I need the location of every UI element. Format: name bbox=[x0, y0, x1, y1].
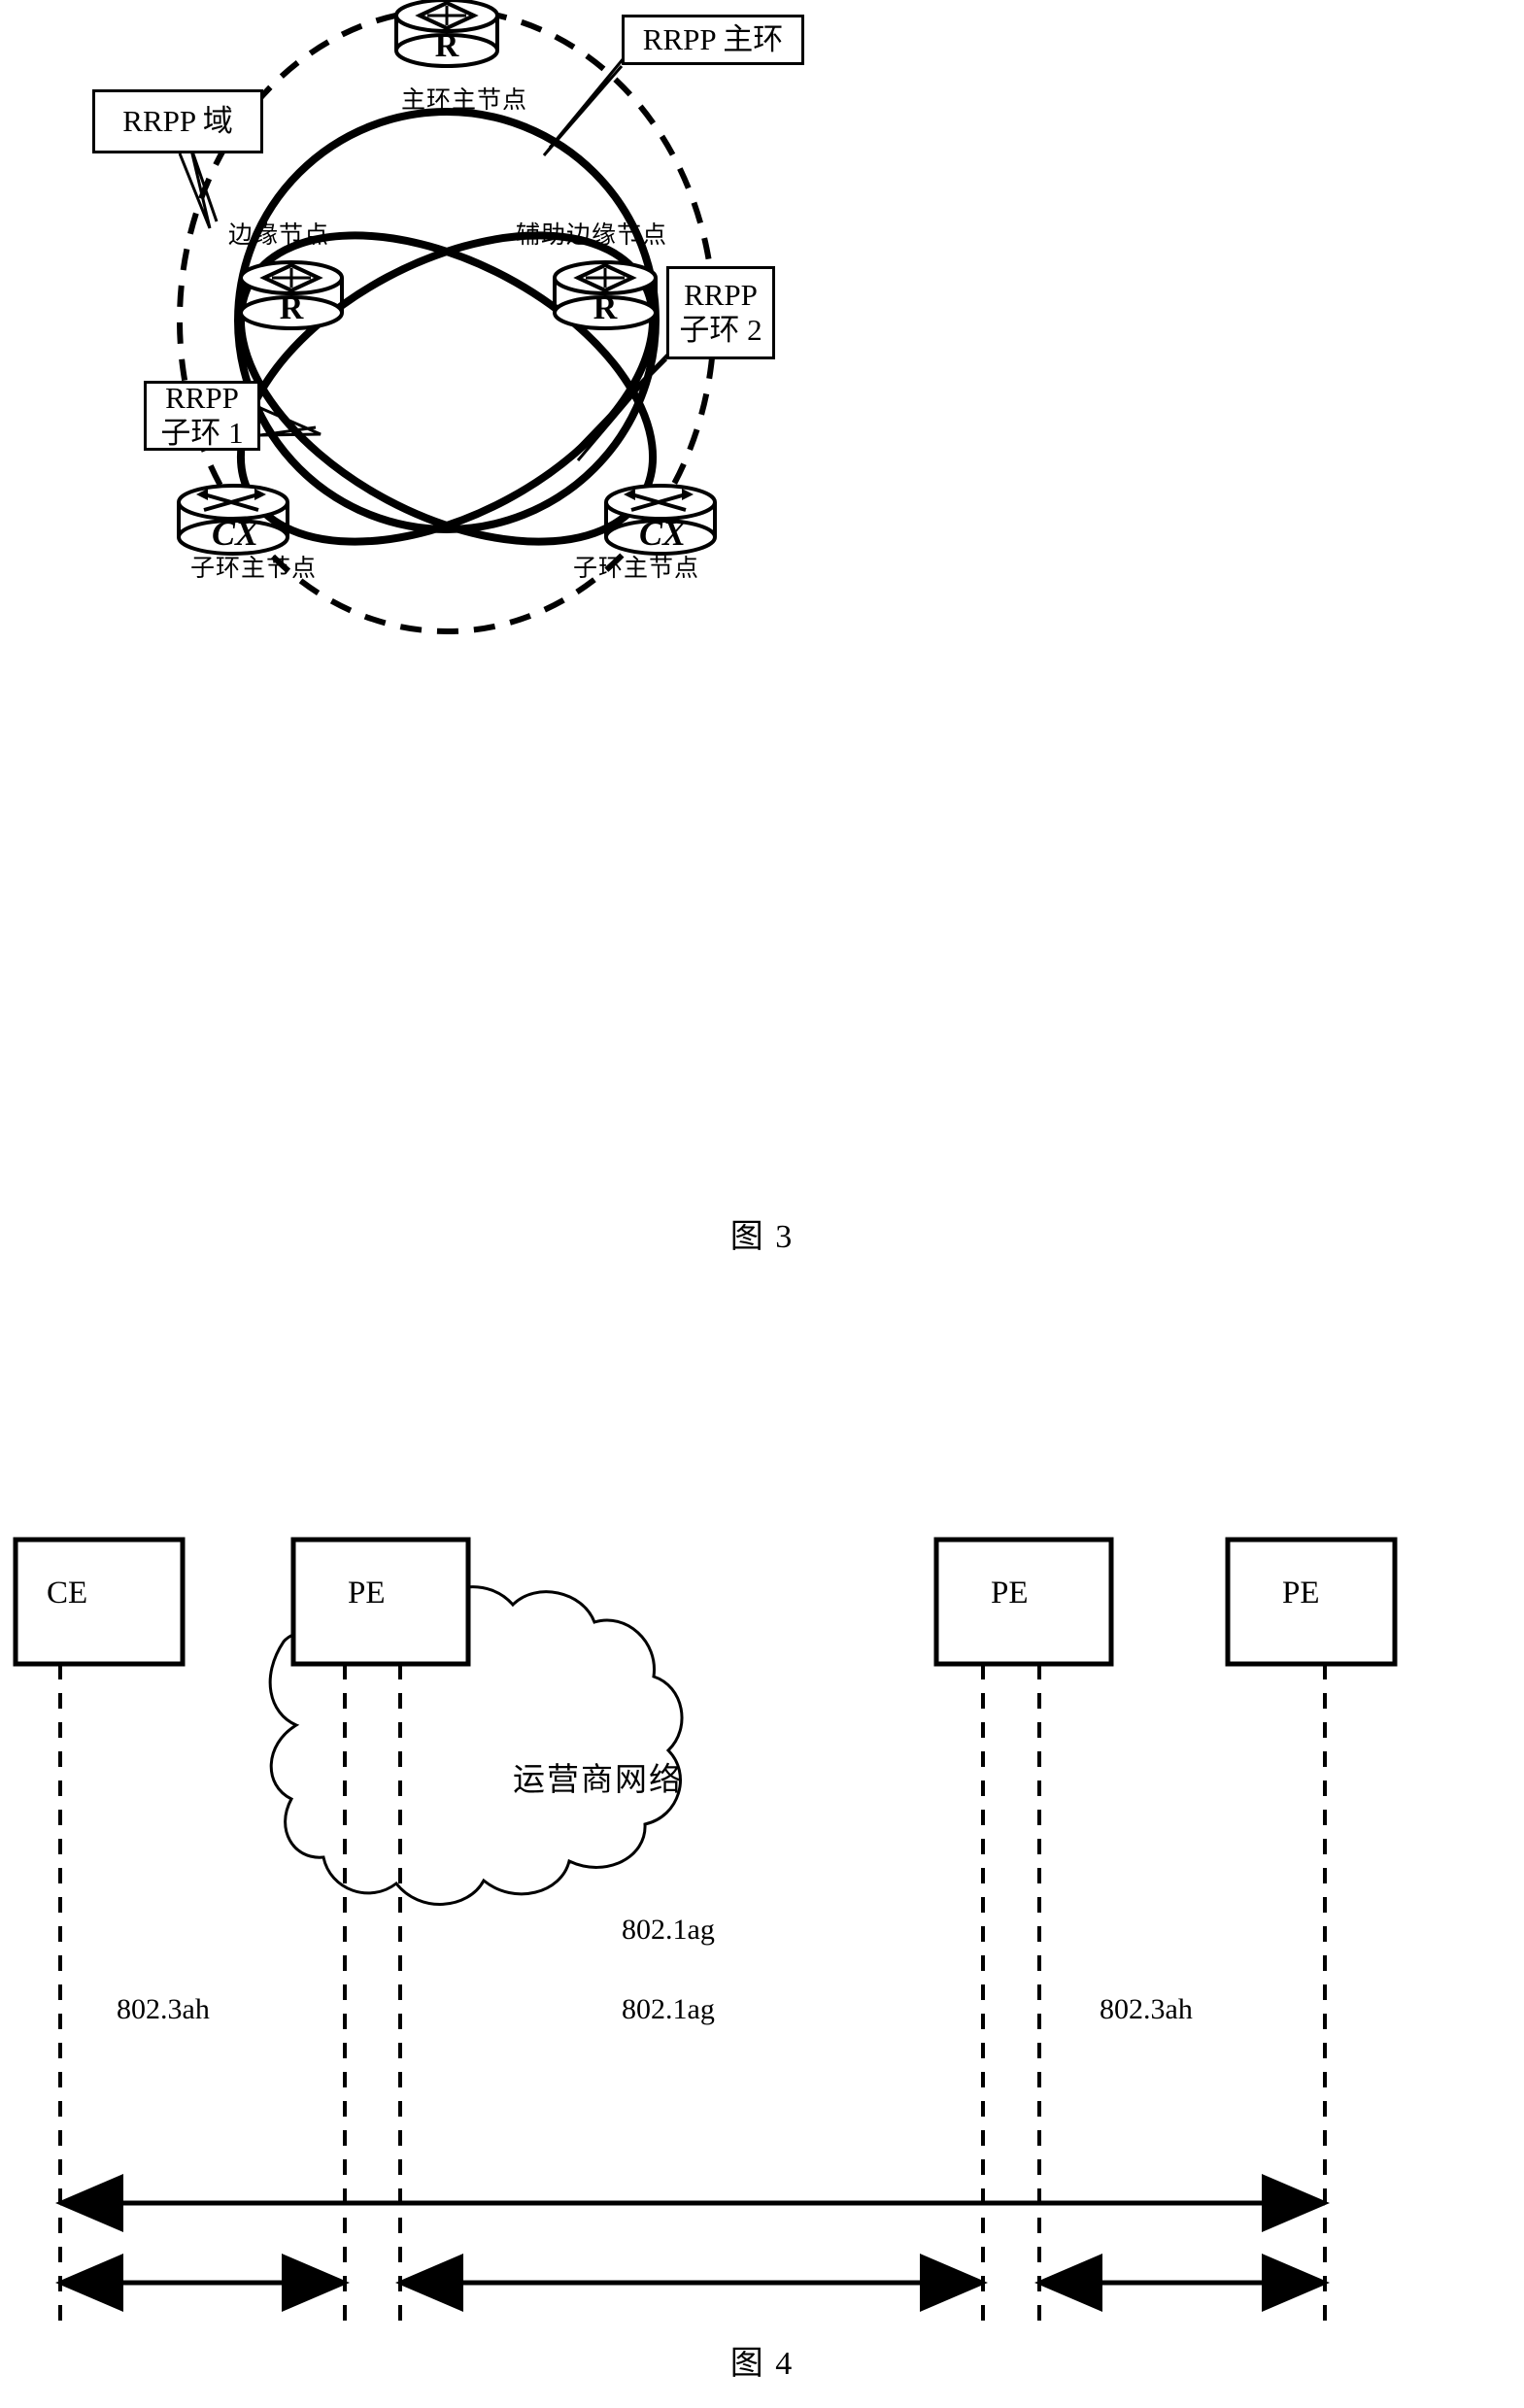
dimension-label-middle-span: 802.1ag bbox=[622, 1993, 715, 2025]
svg-text:CX: CX bbox=[639, 514, 687, 553]
node-label-edge-node: 边缘节点 bbox=[228, 222, 330, 249]
callout-rrpp-main-ring-line1: RRPP 主环 bbox=[642, 22, 784, 57]
callout-rrpp-sub-ring-2: RRPP 子环 2 bbox=[666, 266, 775, 359]
callout-rrpp-sub-ring-2-line2: 子环 2 bbox=[679, 313, 762, 347]
device-label-ce: CE bbox=[47, 1576, 88, 1611]
svg-text:R: R bbox=[593, 290, 618, 326]
callout-rrpp-sub-ring-2-line1: RRPP bbox=[684, 278, 758, 313]
callout-rrpp-domain-line1: RRPP 域 bbox=[122, 104, 233, 139]
dimension-label-left-span: 802.3ah bbox=[117, 1993, 210, 2025]
svg-text:CX: CX bbox=[212, 514, 259, 553]
svg-text:R: R bbox=[280, 290, 304, 326]
dimension-label-full-span: 802.1ag bbox=[622, 1914, 715, 1946]
device-label-pe2: PE bbox=[991, 1576, 1029, 1611]
node-label-sub-ring-master-left: 子环主节点 bbox=[190, 556, 318, 582]
callout-rrpp-domain: RRPP 域 bbox=[92, 89, 263, 153]
callout-rrpp-sub-ring-1-line2: 子环 1 bbox=[160, 416, 244, 450]
device-label-pe3: PE bbox=[1282, 1576, 1320, 1611]
figure-4-caption: 图 4 bbox=[729, 2346, 795, 2382]
callout-rrpp-sub-ring-1-line1: RRPP bbox=[165, 381, 239, 416]
node-label-main-ring-master: 主环主节点 bbox=[401, 87, 528, 114]
svg-text:R: R bbox=[435, 28, 459, 64]
operator-network-label: 运营商网络 bbox=[513, 1761, 683, 1797]
node-label-assistant-edge-node: 辅助边缘节点 bbox=[516, 222, 668, 249]
figure-3-rrpp-topology: R R R CX CX bbox=[177, 0, 717, 634]
node-assist-edge-icon: R bbox=[553, 260, 658, 330]
dimension-label-right-span: 802.3ah bbox=[1100, 1993, 1193, 2025]
patent-drawing-page: R R R CX CX RRPP 域 RRPP 主环 RRPP 子环 1 RRP… bbox=[0, 0, 1524, 2408]
node-main-master-icon: R bbox=[394, 0, 499, 68]
callout-rrpp-sub-ring-1: RRPP 子环 1 bbox=[144, 381, 260, 451]
node-label-sub-ring-master-right: 子环主节点 bbox=[573, 556, 700, 582]
device-label-pe1: PE bbox=[348, 1576, 386, 1611]
figure-4-oam-spans bbox=[13, 1537, 1398, 2326]
device-box-ce bbox=[13, 1537, 186, 1667]
figure-3-caption: 图 3 bbox=[729, 1219, 795, 1255]
callout-rrpp-main-ring: RRPP 主环 bbox=[622, 15, 804, 65]
node-edge-icon: R bbox=[239, 260, 344, 330]
callout-mainring-leader bbox=[542, 57, 626, 156]
